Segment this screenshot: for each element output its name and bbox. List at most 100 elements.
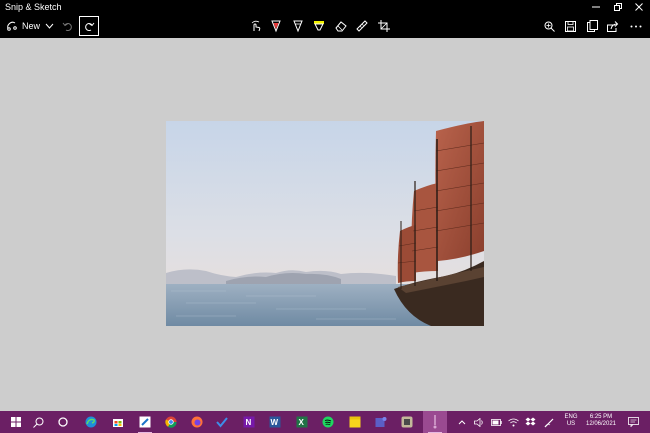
- taskbar-edge[interactable]: [80, 411, 102, 433]
- cortana-button[interactable]: [52, 411, 74, 433]
- search-button[interactable]: [27, 411, 49, 433]
- toolbar: New: [0, 14, 650, 51]
- copy-button[interactable]: [582, 14, 602, 38]
- pencil-icon: [293, 20, 303, 32]
- dropbox-button[interactable]: [523, 411, 537, 433]
- new-snip-button[interactable]: New: [4, 14, 42, 38]
- volume-icon: [474, 417, 483, 427]
- taskbar-teams[interactable]: [370, 411, 392, 433]
- zoom-icon: [544, 21, 555, 32]
- touch-writing-icon: [251, 20, 261, 32]
- taskbar-word[interactable]: W: [264, 411, 286, 433]
- snip-icon: [7, 21, 17, 31]
- taskbar-active-app[interactable]: [423, 411, 447, 433]
- close-button[interactable]: [628, 0, 650, 14]
- crop-button[interactable]: [374, 14, 394, 38]
- share-button[interactable]: [603, 14, 623, 38]
- volume-button[interactable]: [472, 411, 486, 433]
- ruler-icon: [356, 20, 368, 32]
- ballpoint-pen-button[interactable]: [266, 14, 286, 38]
- undo-button[interactable]: [58, 14, 76, 38]
- snip-image[interactable]: [166, 121, 484, 326]
- taskbar-spotify[interactable]: [317, 411, 339, 433]
- undo-icon: [62, 22, 72, 31]
- taskbar-media[interactable]: [396, 411, 418, 433]
- wifi-icon: [507, 418, 519, 426]
- eraser-button[interactable]: [331, 14, 351, 38]
- clock[interactable]: 6:25 PM 12/06/2021: [582, 414, 620, 428]
- clock-time: 6:25 PM: [589, 414, 613, 420]
- snip-sketch-icon: [139, 416, 151, 428]
- teams-icon: [375, 417, 387, 427]
- pencil-button[interactable]: [288, 14, 308, 38]
- taskbar-firefox[interactable]: [186, 411, 208, 433]
- save-icon: [564, 20, 576, 32]
- todo-icon: [216, 417, 228, 428]
- svg-text:W: W: [271, 418, 279, 427]
- pen-icon: [544, 418, 553, 427]
- ruler-button[interactable]: [352, 14, 372, 38]
- notification-button[interactable]: [624, 411, 642, 433]
- search-icon: [32, 417, 43, 428]
- new-label: New: [21, 21, 40, 31]
- chrome-icon: [165, 416, 177, 428]
- redo-button[interactable]: [79, 16, 99, 36]
- cortana-icon: [58, 417, 68, 427]
- taskbar-chrome[interactable]: [160, 411, 182, 433]
- region-label: US: [566, 421, 576, 427]
- restore-button[interactable]: [607, 0, 629, 14]
- ballpoint-pen-icon: [271, 20, 281, 32]
- word-icon: W: [269, 416, 281, 428]
- zoom-button[interactable]: [539, 14, 559, 38]
- window-title: Snip & Sketch: [5, 2, 62, 12]
- tray-overflow-button[interactable]: [455, 411, 469, 433]
- more-button[interactable]: [626, 14, 646, 38]
- onenote-icon: N: [243, 416, 255, 428]
- battery-button[interactable]: [489, 411, 503, 433]
- save-button[interactable]: [560, 14, 580, 38]
- sticky-notes-icon: [349, 416, 361, 428]
- highlighter-button[interactable]: [309, 14, 329, 38]
- share-icon: [607, 20, 619, 32]
- chevron-down-icon: [45, 23, 53, 29]
- highlighter-icon: [314, 21, 324, 31]
- taskbar-store[interactable]: [107, 411, 129, 433]
- language-label: ENG: [564, 414, 578, 420]
- minimize-icon: [592, 6, 600, 8]
- restore-icon: [614, 3, 622, 11]
- taskbar-sticky-notes[interactable]: [344, 411, 366, 433]
- eraser-icon: [335, 21, 347, 32]
- svg-text:N: N: [246, 418, 252, 427]
- excel-icon: X: [296, 416, 308, 428]
- taskbar-snip-sketch[interactable]: [134, 411, 156, 433]
- close-icon: [635, 3, 643, 11]
- svg-text:X: X: [299, 418, 305, 427]
- minimize-button[interactable]: [585, 0, 607, 14]
- copy-icon: [586, 20, 598, 32]
- pen-menu-button[interactable]: [541, 411, 557, 433]
- battery-icon: [490, 418, 502, 426]
- crop-icon: [378, 20, 390, 32]
- taskbar-onenote[interactable]: N: [238, 411, 260, 433]
- taskbar-excel[interactable]: X: [291, 411, 313, 433]
- spotify-icon: [322, 416, 334, 428]
- taskbar: N W X ENG US 6:25 PM 12/06/2021: [0, 411, 650, 433]
- sailing-junk-on-sea-photo: [166, 121, 484, 326]
- active-app-icon: [433, 415, 437, 429]
- taskbar-todo[interactable]: [211, 411, 233, 433]
- clock-date: 12/06/2021: [585, 421, 617, 427]
- wifi-button[interactable]: [506, 411, 520, 433]
- start-button[interactable]: [5, 411, 27, 433]
- edge-icon: [85, 416, 97, 428]
- chevron-up-icon: [458, 419, 466, 424]
- title-bar: Snip & Sketch: [0, 0, 650, 14]
- touch-writing-button[interactable]: [246, 14, 266, 38]
- language-indicator[interactable]: ENG US: [562, 414, 580, 428]
- more-icon: [630, 25, 642, 27]
- new-dropdown-button[interactable]: [42, 14, 56, 38]
- start-icon: [11, 417, 21, 427]
- notification-icon: [627, 417, 639, 427]
- redo-icon: [84, 22, 94, 31]
- store-icon: [113, 419, 123, 427]
- canvas-area[interactable]: [0, 38, 650, 411]
